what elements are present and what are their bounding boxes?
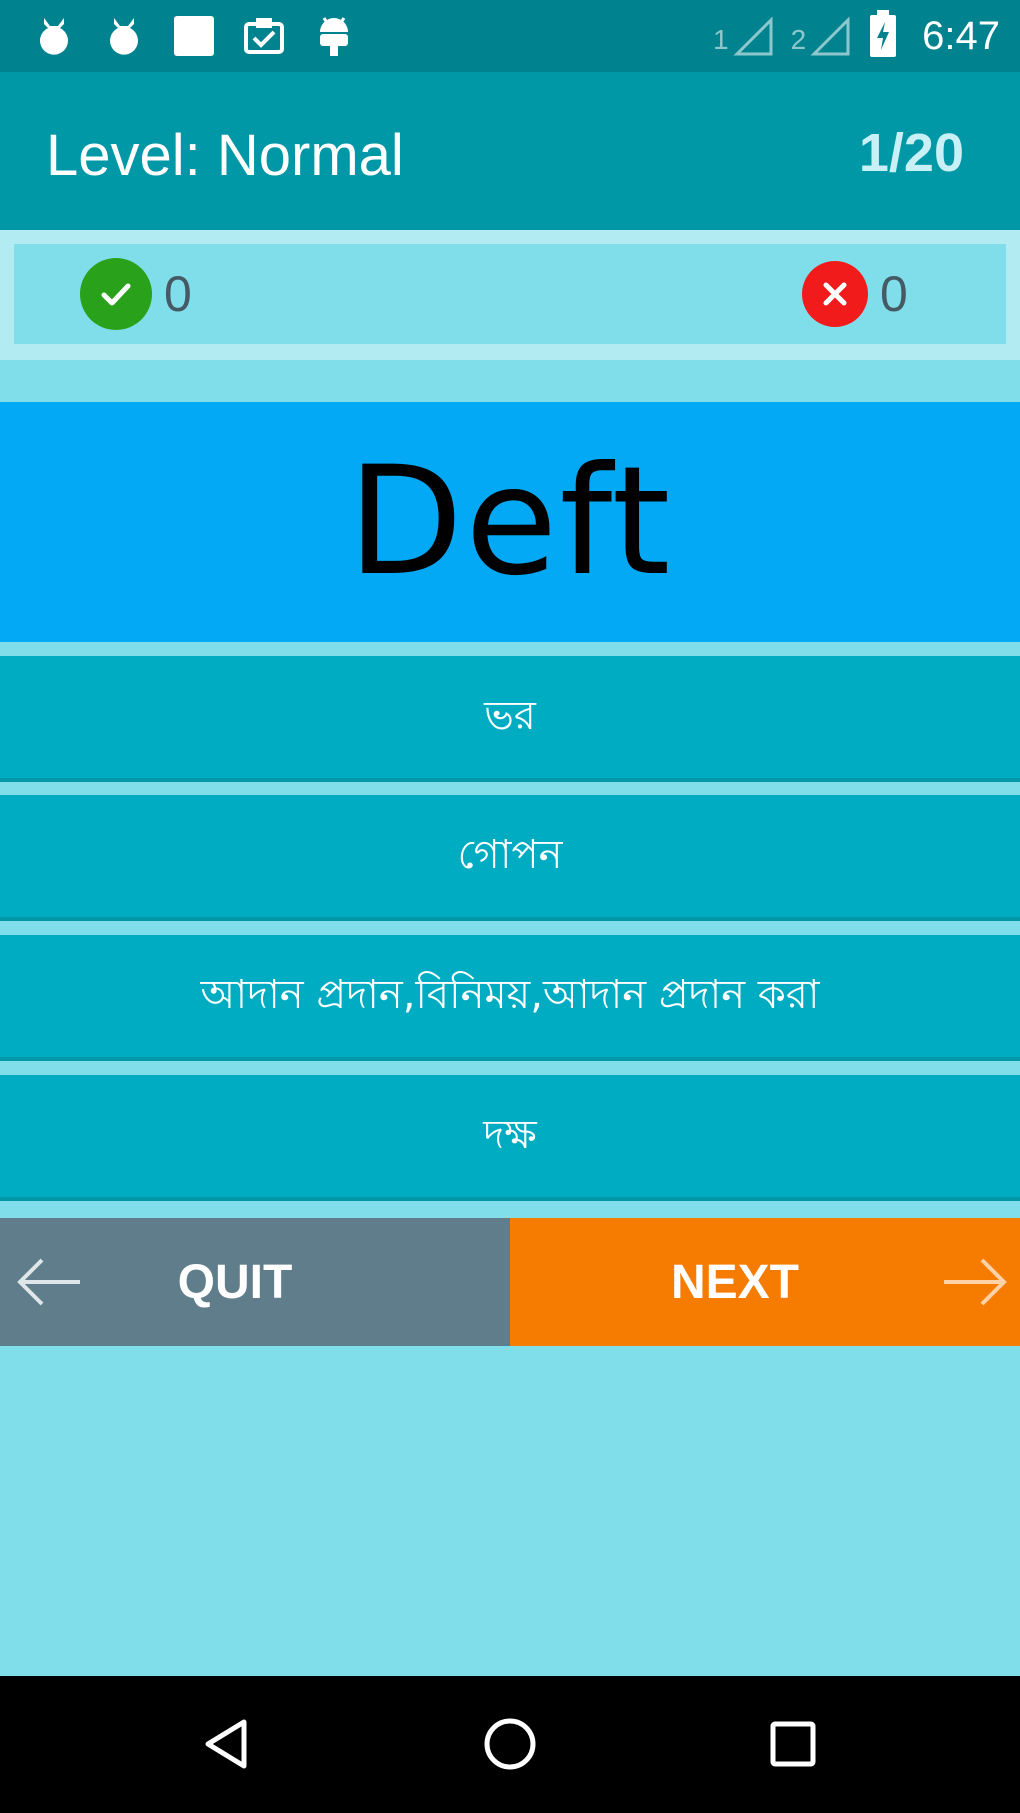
level-title: Level: Normal <box>46 123 404 188</box>
battery-charging-icon <box>868 9 898 63</box>
option-button-2[interactable]: গোপন <box>0 795 1020 921</box>
back-nav-button[interactable] <box>192 1708 264 1780</box>
status-bar: 1 2 6:47 <box>0 0 1020 72</box>
question-word: Deft <box>347 435 673 609</box>
back-triangle-icon <box>205 1719 247 1769</box>
quit-label: QUIT <box>177 1255 293 1309</box>
correct-count: 0 <box>164 266 192 322</box>
sim2-label: 2 <box>790 24 807 55</box>
android-icon <box>310 12 358 60</box>
quit-button[interactable]: QUIT <box>0 1218 510 1346</box>
navigation-bar <box>0 1676 1020 1813</box>
notification-icons <box>30 12 358 60</box>
next-button[interactable]: NEXT <box>510 1218 1020 1346</box>
score-panel: 0 0 <box>0 230 1020 360</box>
arrow-right-icon <box>944 1258 1007 1306</box>
question-card: Deft <box>0 402 1020 642</box>
sim1-label: 1 <box>712 24 729 55</box>
recents-nav-button[interactable] <box>757 1708 829 1780</box>
option-button-1[interactable]: ভর <box>0 656 1020 782</box>
home-nav-button[interactable] <box>474 1708 546 1780</box>
next-label: NEXT <box>670 1255 799 1309</box>
recents-square-icon <box>770 1721 816 1767</box>
arrow-left-icon <box>17 1258 80 1306</box>
clock: 6:47 <box>922 13 1000 58</box>
question-progress: 1/20 <box>858 123 964 183</box>
system-indicators: 1 2 6:47 <box>713 0 1000 72</box>
notification-icon-2 <box>100 12 148 60</box>
cross-circle-icon <box>802 261 868 327</box>
wrong-score: 0 <box>802 244 908 344</box>
score-inner: 0 0 <box>14 244 1006 344</box>
clipboard-check-icon <box>240 12 288 60</box>
correct-score: 0 <box>80 244 192 344</box>
signal-icon <box>732 16 773 56</box>
sim1-signal: 1 <box>713 16 773 56</box>
app-bar: Level: Normal 1/20 <box>0 72 1020 230</box>
check-circle-icon <box>80 258 152 330</box>
wrong-count: 0 <box>880 266 908 322</box>
signal-icon <box>810 16 850 56</box>
notification-icon-1 <box>30 12 78 60</box>
image-icon <box>170 12 218 60</box>
option-button-4[interactable]: দক্ষ <box>0 1075 1020 1201</box>
option-button-3[interactable]: আদান প্রদান,বিনিময়,আদান প্রদান করা <box>0 935 1020 1061</box>
home-circle-icon <box>484 1718 536 1770</box>
sim2-signal: 2 <box>791 16 851 56</box>
